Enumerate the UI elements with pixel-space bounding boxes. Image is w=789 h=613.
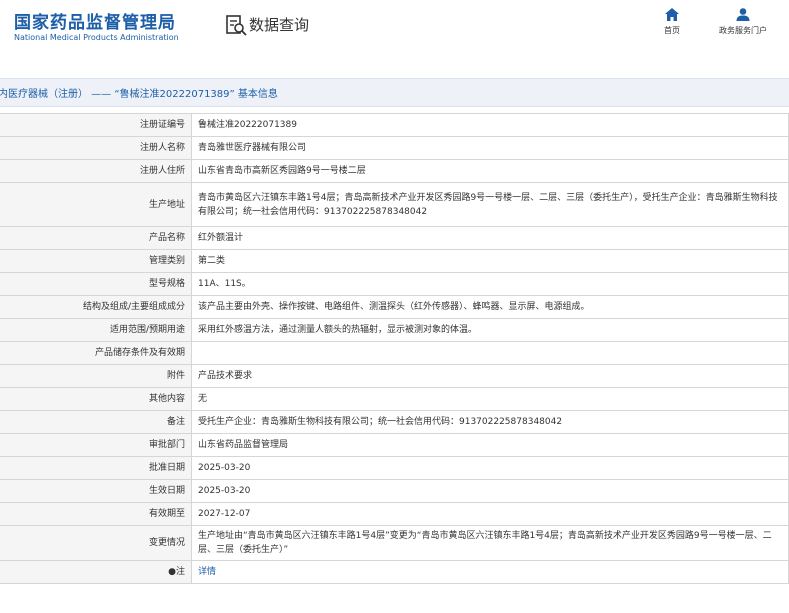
row-value: 受托生产企业：青岛雅斯生物科技有限公司；统一社会信用代码：91370222587… — [191, 410, 789, 434]
user-icon — [736, 8, 750, 21]
row-label: 适用范围/预期用途 — [0, 318, 192, 342]
table-row: 有效期至 2027-12-07 — [0, 502, 789, 526]
info-table: 注册证编号 鲁械注准20222071389 注册人名称 青岛雅世医疗器械有限公司 注册人… — [0, 113, 789, 584]
row-value: 采用红外感温方法，通过测量人额头的热辐射，显示被测对象的体温。 — [191, 318, 789, 342]
table-row: 型号规格 11A、11S。 — [0, 272, 789, 296]
row-value: 生产地址由“青岛市黄岛区六汪镇东丰路1号4层”变更为“青岛市黄岛区六汪镇东丰路1… — [191, 525, 789, 561]
row-label: 批准日期 — [0, 456, 192, 480]
row-value: 红外额温计 — [191, 226, 789, 250]
row-label: 管理类别 — [0, 249, 192, 273]
row-value: 产品技术要求 — [191, 364, 789, 388]
row-label: 型号规格 — [0, 272, 192, 296]
table-row: 注册证编号 鲁械注准20222071389 — [0, 113, 789, 137]
row-value: 2027-12-07 — [191, 502, 789, 526]
row-value: 11A、11S。 — [191, 272, 789, 296]
table-row: 注册人住所 山东省青岛市高新区秀园路9号一号楼二层 — [0, 159, 789, 183]
table-row: ●注 详情 — [0, 560, 789, 584]
row-label: 有效期至 — [0, 502, 192, 526]
row-value: 山东省药品监督管理局 — [191, 433, 789, 457]
table-row: 产品名称 红外额温计 — [0, 226, 789, 250]
breadcrumb: 内医疗器械（注册） —— “鲁械注准20222071389” 基本信息 — [0, 78, 789, 107]
row-value — [191, 341, 789, 365]
table-row: 产品储存条件及有效期 — [0, 341, 789, 365]
row-value: 青岛雅世医疗器械有限公司 — [191, 136, 789, 160]
row-value: 2025-03-20 — [191, 456, 789, 480]
table-row: 结构及组成/主要组成成分 该产品主要由外壳、操作按键、电路组件、测温探头（红外传感… — [0, 295, 789, 319]
row-value: 2025-03-20 — [191, 479, 789, 503]
page-title: 数据查询 — [249, 16, 310, 34]
table-row: 批准日期 2025-03-20 — [0, 456, 789, 480]
table-row: 适用范围/预期用途 采用红外感温方法，通过测量人额头的热辐射，显示被测对象的体温。 — [0, 318, 789, 342]
table-row: 备注 受托生产企业：青岛雅斯生物科技有限公司；统一社会信用代码：913702225… — [0, 410, 789, 434]
row-label: 备注 — [0, 410, 192, 434]
logo-title-en[interactable]: National Medical Products Administration — [14, 33, 179, 42]
row-label: 其他内容 — [0, 387, 192, 411]
row-label: 审批部门 — [0, 433, 192, 457]
site-header: 国家药品监督管理局 National Medical Products Admi… — [0, 0, 789, 62]
nav-service-portal[interactable]: 政务服务门户 — [708, 8, 778, 36]
table-row: 生产地址 青岛市黄岛区六汪镇东丰路1号4层；青岛高新技术产业开发区秀园路9号一号楼… — [0, 182, 789, 227]
table-row: 注册人名称 青岛雅世医疗器械有限公司 — [0, 136, 789, 160]
nav-home-label: 首页 — [664, 26, 680, 35]
row-value: 鲁械注准20222071389 — [191, 113, 789, 137]
row-label: 变更情况 — [0, 525, 192, 561]
row-value: 青岛市黄岛区六汪镇东丰路1号4层；青岛高新技术产业开发区秀园路9号一号楼一层、二… — [191, 182, 789, 227]
table-row: 生效日期 2025-03-20 — [0, 479, 789, 503]
nav-home[interactable]: 首页 — [656, 8, 688, 36]
row-label: 注册证编号 — [0, 113, 192, 137]
detail-link[interactable]: 详情 — [191, 560, 789, 584]
table-row: 变更情况 生产地址由“青岛市黄岛区六汪镇东丰路1号4层”变更为“青岛市黄岛区六汪镇… — [0, 525, 789, 561]
table-row: 附件 产品技术要求 — [0, 364, 789, 388]
row-label: 注册人名称 — [0, 136, 192, 160]
row-label: 附件 — [0, 364, 192, 388]
table-row: 审批部门 山东省药品监督管理局 — [0, 433, 789, 457]
row-label: 注册人住所 — [0, 159, 192, 183]
row-label: 生效日期 — [0, 479, 192, 503]
home-icon — [665, 8, 679, 21]
row-label: 产品储存条件及有效期 — [0, 341, 192, 365]
table-row: 管理类别 第二类 — [0, 249, 789, 273]
breadcrumb-text: 内医疗器械（注册） —— “鲁械注准20222071389” 基本信息 — [0, 89, 278, 100]
row-value: 第二类 — [191, 249, 789, 273]
row-value: 山东省青岛市高新区秀园路9号一号楼二层 — [191, 159, 789, 183]
nav-portal-label: 政务服务门户 — [719, 26, 767, 35]
row-value: 该产品主要由外壳、操作按键、电路组件、测温探头（红外传感器）、蜂鸣器、显示屏、电… — [191, 295, 789, 319]
logo-title-cn[interactable]: 国家药品监督管理局 — [14, 8, 176, 33]
row-value: 无 — [191, 387, 789, 411]
row-label: 结构及组成/主要组成成分 — [0, 295, 192, 319]
table-row: 其他内容无 — [0, 387, 789, 411]
row-label: 生产地址 — [0, 182, 192, 227]
data-query-icon — [226, 15, 247, 36]
row-label: ●注 — [0, 560, 192, 584]
row-label: 产品名称 — [0, 226, 192, 250]
